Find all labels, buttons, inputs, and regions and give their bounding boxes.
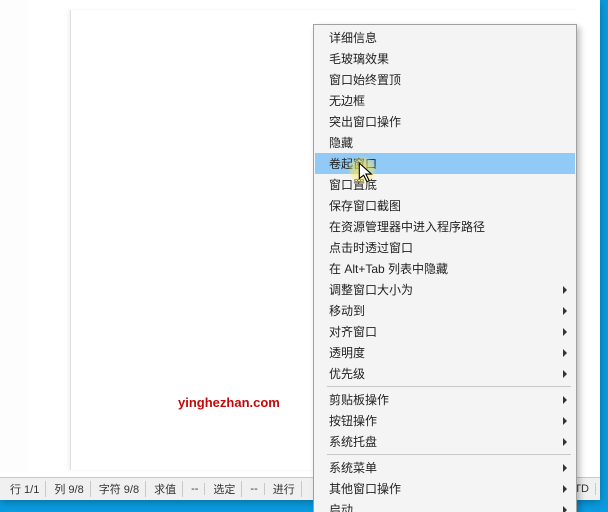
menu-system-tray[interactable]: 系统托盘 (315, 431, 575, 452)
menu-label: 隐藏 (329, 134, 353, 151)
menu-label: 按钮操作 (329, 412, 377, 429)
menu-label: 卷起窗口 (329, 155, 377, 172)
menu-label: 调整窗口大小为 (329, 281, 413, 298)
menu-resize[interactable]: 调整窗口大小为 (315, 279, 575, 300)
menu-separator (327, 386, 571, 387)
menu-label: 系统托盘 (329, 433, 377, 450)
menu-label: 详细信息 (329, 29, 377, 46)
status-mode: 求值 (148, 481, 183, 497)
menu-label: 窗口置底 (329, 176, 377, 193)
submenu-arrow-icon (563, 396, 567, 404)
menu-clipboard-ops[interactable]: 剪贴板操作 (315, 389, 575, 410)
submenu-arrow-icon (563, 307, 567, 315)
menu-label: 移动到 (329, 302, 365, 319)
status-char: 字符 9/8 (93, 481, 146, 497)
menu-system-menu[interactable]: 系统菜单 (315, 457, 575, 478)
status-col: 列 9/8 (48, 481, 90, 497)
menu-align[interactable]: 对齐窗口 (315, 321, 575, 342)
menu-label: 透明度 (329, 344, 365, 361)
menu-label: 窗口始终置顶 (329, 71, 401, 88)
status-sep1: -- (185, 483, 205, 495)
menu-priority[interactable]: 优先级 (315, 363, 575, 384)
submenu-arrow-icon (563, 370, 567, 378)
left-ruler (0, 0, 28, 472)
menu-detail-info[interactable]: 详细信息 (315, 27, 575, 48)
menu-move-to[interactable]: 移动到 (315, 300, 575, 321)
menu-label: 毛玻璃效果 (329, 50, 389, 67)
submenu-arrow-icon (563, 438, 567, 446)
menu-launch[interactable]: 启动 (315, 499, 575, 512)
submenu-arrow-icon (563, 328, 567, 336)
menu-label: 在资源管理器中进入程序路径 (329, 218, 485, 235)
menu-button-ops[interactable]: 按钮操作 (315, 410, 575, 431)
menu-open-explorer[interactable]: 在资源管理器中进入程序路径 (315, 216, 575, 237)
menu-label: 优先级 (329, 365, 365, 382)
menu-label: 突出窗口操作 (329, 113, 401, 130)
submenu-arrow-icon (563, 506, 567, 512)
menu-roll-up[interactable]: 卷起窗口 (315, 153, 575, 174)
submenu-arrow-icon (563, 417, 567, 425)
menu-label: 其他窗口操作 (329, 480, 401, 497)
menu-label: 系统菜单 (329, 459, 377, 476)
watermark-text: yinghezhan.com (178, 395, 280, 410)
context-menu[interactable]: 详细信息 毛玻璃效果 窗口始终置顶 无边框 突出窗口操作 隐藏 卷起窗口 窗口置… (313, 24, 577, 512)
menu-label: 在 Alt+Tab 列表中隐藏 (329, 260, 448, 277)
menu-label: 保存窗口截图 (329, 197, 401, 214)
submenu-arrow-icon (563, 464, 567, 472)
submenu-arrow-icon (563, 485, 567, 493)
menu-label: 无边框 (329, 92, 365, 109)
menu-always-on-top[interactable]: 窗口始终置顶 (315, 69, 575, 90)
status-line: 行 1/1 (4, 481, 46, 497)
menu-click-through[interactable]: 点击时透过窗口 (315, 237, 575, 258)
menu-label: 对齐窗口 (329, 323, 377, 340)
menu-blur-effect[interactable]: 毛玻璃效果 (315, 48, 575, 69)
menu-label: 启动 (329, 501, 353, 512)
submenu-arrow-icon (563, 349, 567, 357)
menu-no-border[interactable]: 无边框 (315, 90, 575, 111)
status-selection: 选定 (207, 481, 242, 497)
menu-hide[interactable]: 隐藏 (315, 132, 575, 153)
menu-highlight-action[interactable]: 突出窗口操作 (315, 111, 575, 132)
desktop: yinghezhan.com 行 1/1 列 9/8 字符 9/8 求值 -- … (0, 0, 608, 512)
status-run: 进行 (267, 481, 302, 497)
menu-save-screenshot[interactable]: 保存窗口截图 (315, 195, 575, 216)
status-sep2: -- (244, 483, 264, 495)
menu-label: 点击时透过窗口 (329, 239, 413, 256)
menu-opacity[interactable]: 透明度 (315, 342, 575, 363)
menu-hide-alttab[interactable]: 在 Alt+Tab 列表中隐藏 (315, 258, 575, 279)
menu-separator (327, 454, 571, 455)
menu-label: 剪贴板操作 (329, 391, 389, 408)
menu-send-bottom[interactable]: 窗口置底 (315, 174, 575, 195)
submenu-arrow-icon (563, 286, 567, 294)
menu-other-window-ops[interactable]: 其他窗口操作 (315, 478, 575, 499)
